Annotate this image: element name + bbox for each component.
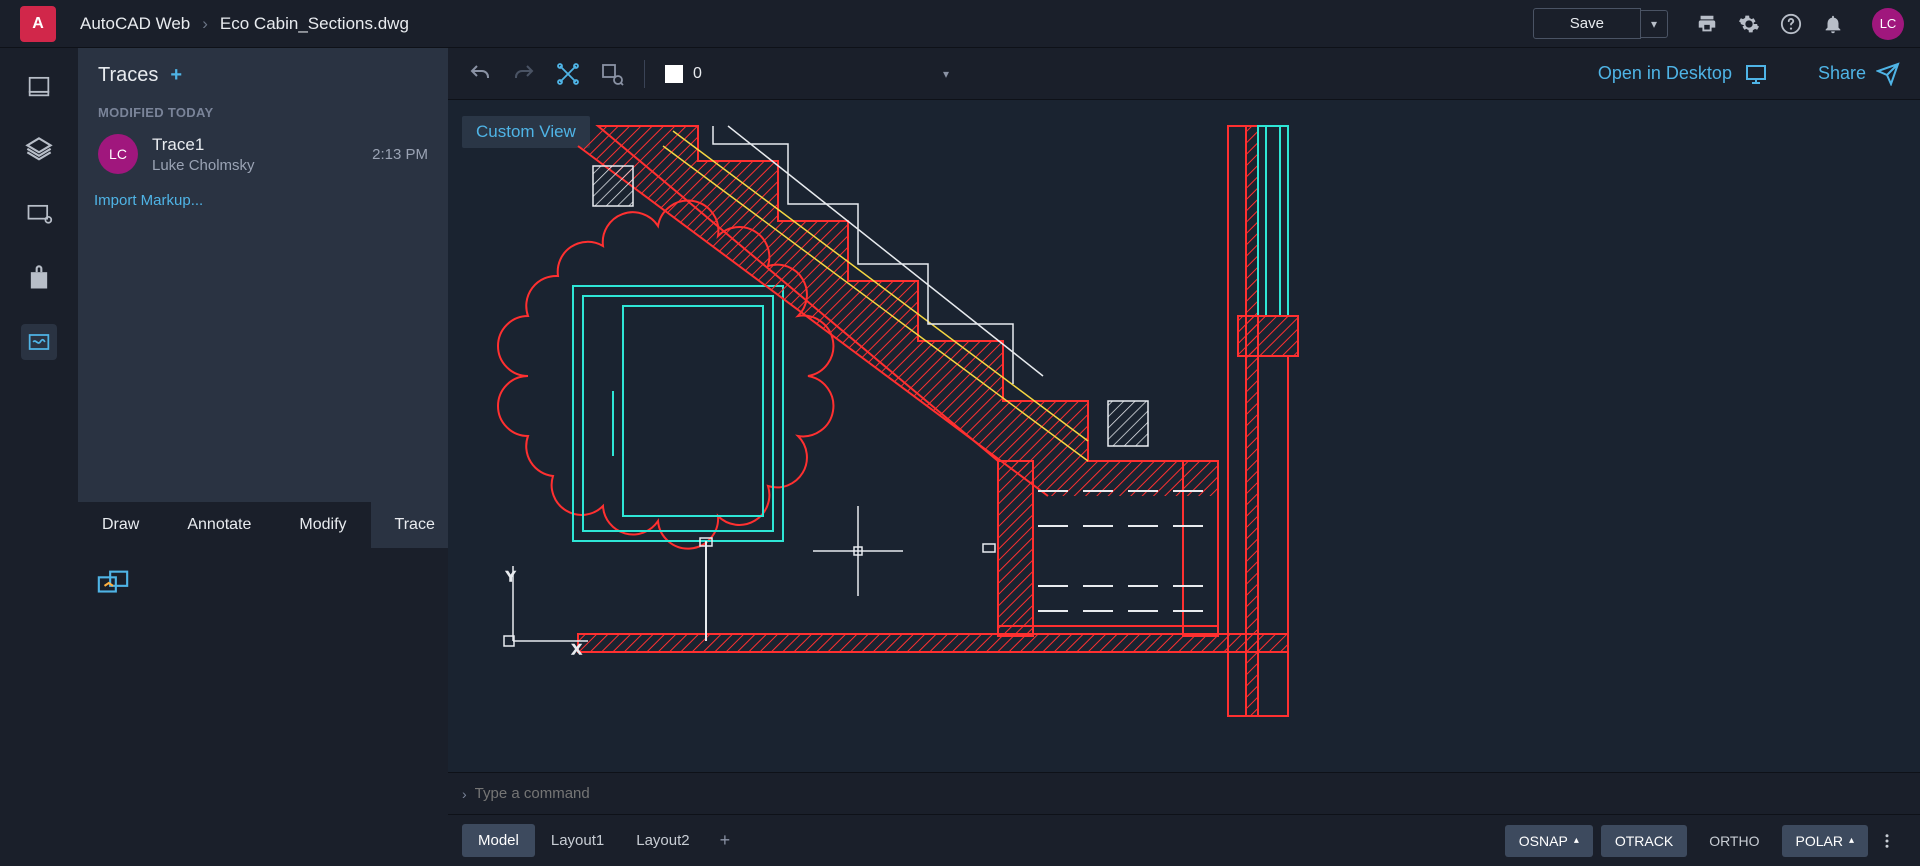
drawing-content: Y X [448, 100, 1920, 772]
trace-name: Trace1 [152, 135, 358, 155]
chevron-up-icon: ▴ [1574, 835, 1579, 846]
gear-icon[interactable] [1738, 13, 1760, 35]
redo-button[interactable] [512, 62, 536, 86]
send-icon [1876, 62, 1900, 86]
tool-palette [78, 548, 448, 866]
trace-item[interactable]: LC Trace1 Luke Cholmsky 2:13 PM [78, 126, 448, 182]
open-in-desktop-button[interactable]: Open in Desktop [1598, 62, 1768, 86]
breadcrumb-app[interactable]: AutoCAD Web [80, 14, 190, 34]
help-icon[interactable] [1780, 13, 1802, 35]
status-toggle-polar[interactable]: POLAR▴ [1782, 825, 1869, 857]
panel-title: Traces [98, 64, 158, 87]
more-options-icon[interactable] [1868, 824, 1906, 858]
rail-attach-icon[interactable] [21, 260, 57, 296]
monitor-icon [1744, 62, 1768, 86]
canvas-area: 0 ▾ Open in Desktop Share Custom View [448, 48, 1920, 866]
share-button[interactable]: Share [1818, 62, 1900, 86]
add-trace-button[interactable]: + [170, 64, 182, 87]
canvas-toolbar: 0 ▾ Open in Desktop Share [448, 48, 1920, 100]
rail-traces-icon[interactable] [21, 324, 57, 360]
save-button[interactable]: Save [1533, 8, 1641, 39]
tool-tab-modify[interactable]: Modify [275, 502, 370, 548]
breadcrumb-file[interactable]: Eco Cabin_Sections.dwg [220, 14, 409, 34]
status-bar: ModelLayout1Layout2 + OSNAP▴OTRACKORTHO P… [448, 814, 1920, 866]
tool-tab-annotate[interactable]: Annotate [163, 502, 275, 548]
command-prompt-icon: › [462, 786, 467, 802]
app-logo[interactable]: A [20, 6, 56, 42]
status-toggle-otrack[interactable]: OTRACK [1601, 825, 1687, 857]
add-layout-button[interactable]: + [706, 822, 745, 859]
drawing-canvas[interactable]: Custom View [448, 100, 1920, 772]
left-rail [0, 48, 78, 866]
command-bar: › [448, 772, 1920, 814]
layout-tab-layout2[interactable]: Layout2 [620, 824, 705, 857]
tool-tabs: DrawAnnotateModifyTrace [78, 502, 448, 548]
save-dropdown[interactable]: ▾ [1641, 10, 1668, 38]
trace-tool-icon[interactable] [96, 566, 130, 600]
panel-section-header: MODIFIED TODAY [78, 99, 448, 126]
bell-icon[interactable] [1822, 13, 1844, 35]
layout-tabs: ModelLayout1Layout2 [462, 824, 706, 857]
layer-color-swatch [665, 65, 683, 83]
tool-tab-draw[interactable]: Draw [78, 502, 163, 548]
layout-tab-model[interactable]: Model [462, 824, 535, 857]
svg-text:Y: Y [506, 568, 516, 584]
trace-time: 2:13 PM [372, 146, 428, 163]
layer-name: 0 [693, 65, 893, 83]
rail-layers-icon[interactable] [21, 132, 57, 168]
status-toggle-osnap[interactable]: OSNAP▴ [1505, 825, 1593, 857]
chevron-up-icon: ▴ [1849, 835, 1854, 846]
user-avatar[interactable]: LC [1872, 8, 1904, 40]
rail-screen-icon[interactable] [21, 196, 57, 232]
zoom-window-icon[interactable] [600, 62, 624, 86]
layout-tab-layout1[interactable]: Layout1 [535, 824, 620, 857]
chevron-right-icon: › [202, 14, 208, 34]
print-icon[interactable] [1696, 13, 1718, 35]
command-input[interactable] [475, 785, 1906, 802]
status-toggle-ortho[interactable]: ORTHO [1695, 825, 1773, 857]
topbar: A AutoCAD Web › Eco Cabin_Sections.dwg S… [0, 0, 1920, 48]
layer-selector[interactable]: 0 ▾ [665, 65, 949, 83]
import-markup-link[interactable]: Import Markup... [78, 182, 448, 219]
chevron-down-icon: ▾ [943, 67, 949, 81]
trace-user-avatar: LC [98, 134, 138, 174]
zoom-extents-icon[interactable] [556, 62, 580, 86]
svg-text:X: X [572, 641, 582, 657]
breadcrumb: AutoCAD Web › Eco Cabin_Sections.dwg [80, 14, 409, 34]
rail-drawing-icon[interactable] [21, 68, 57, 104]
undo-button[interactable] [468, 62, 492, 86]
trace-user: Luke Cholmsky [152, 157, 358, 174]
tool-tab-trace[interactable]: Trace [371, 502, 459, 548]
traces-panel: Traces + MODIFIED TODAY LC Trace1 Luke C… [78, 48, 448, 866]
